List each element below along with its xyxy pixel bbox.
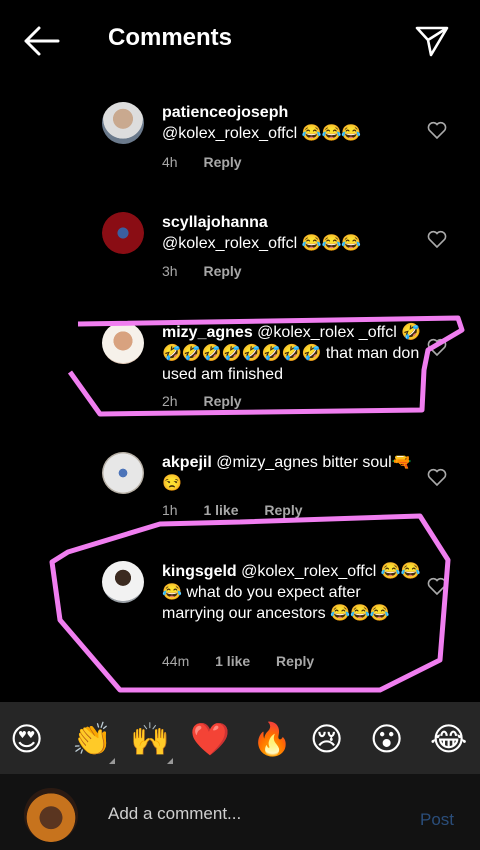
comment-username[interactable]: mizy_agnes — [162, 324, 253, 341]
comment-body: mizy_agnes @kolex_rolex _offcl 🤣🤣🤣🤣🤣🤣🤣🤣🤣… — [162, 322, 422, 385]
emoji-surprised[interactable]: 😮 — [370, 720, 403, 758]
heart-icon[interactable] — [427, 230, 447, 248]
page-title: Comments — [108, 24, 233, 51]
comment-meta: 3h Reply — [162, 263, 264, 279]
emoji-bar: 😍 👏 🙌 ❤️ 🔥 😢 😮 😂 — [0, 702, 480, 774]
comment-time: 44m — [162, 653, 190, 669]
comment-meta: 2h Reply — [162, 393, 264, 409]
comment-body: akpejil @mizy_agnes bitter soul🔫😒 — [162, 452, 422, 494]
comment-body: scyllajohanna @kolex_rolex_offcl 😂😂😂 — [162, 212, 422, 254]
emoji-laughing[interactable]: 😂 — [430, 720, 467, 758]
heart-icon[interactable] — [427, 577, 447, 595]
post-button[interactable]: Post — [420, 810, 454, 830]
comment-time: 3h — [162, 263, 178, 279]
avatar[interactable] — [102, 452, 144, 494]
avatar[interactable] — [102, 212, 144, 254]
back-arrow-icon[interactable] — [22, 24, 62, 58]
comment-username[interactable]: kingsgeld — [162, 563, 237, 580]
comment-username[interactable]: patienceojoseph — [162, 104, 288, 121]
comment-username[interactable]: akpejil — [162, 454, 212, 471]
comment-text: @kolex_rolex_offcl 😂😂😂 — [162, 125, 362, 142]
likes-count[interactable]: 1 like — [203, 502, 238, 518]
emoji-heart-eyes[interactable]: 😍 — [10, 720, 43, 758]
comment-time: 4h — [162, 154, 178, 170]
comment-time: 2h — [162, 393, 178, 409]
comment-body: kingsgeld @kolex_rolex_offcl 😂😂😂 what do… — [162, 561, 422, 624]
emoji-clap[interactable]: 👏 — [72, 720, 112, 758]
header: Comments — [0, 0, 480, 82]
avatar[interactable] — [102, 561, 144, 603]
emoji-fire[interactable]: 🔥 — [252, 720, 292, 758]
avatar[interactable] — [102, 102, 144, 144]
comment-input[interactable]: Add a comment... — [108, 804, 241, 824]
comment-body: patienceojoseph @kolex_rolex_offcl 😂😂😂 — [162, 102, 422, 144]
skin-tone-indicator-icon — [109, 758, 115, 764]
likes-count[interactable]: 1 like — [215, 653, 250, 669]
comment-meta: 1h 1 like Reply — [162, 502, 325, 518]
comment-text: @kolex_rolex_offcl 😂😂😂 — [162, 235, 362, 252]
emoji-crying[interactable]: 😢 — [310, 720, 343, 758]
send-icon[interactable] — [414, 24, 450, 58]
emoji-red-heart[interactable]: ❤️ — [190, 720, 230, 758]
comment-time: 1h — [162, 502, 178, 518]
reply-button[interactable]: Reply — [203, 154, 241, 170]
comment-meta: 44m 1 like Reply — [162, 653, 336, 669]
reply-button[interactable]: Reply — [276, 653, 314, 669]
emoji-raised-hands[interactable]: 🙌 — [130, 720, 170, 758]
heart-icon[interactable] — [427, 338, 447, 356]
comment-composer: Add a comment... Post — [0, 774, 480, 850]
reply-button[interactable]: Reply — [203, 263, 241, 279]
comment-username[interactable]: scyllajohanna — [162, 214, 268, 231]
heart-icon[interactable] — [427, 468, 447, 486]
comment-meta: 4h Reply — [162, 154, 264, 170]
reply-button[interactable]: Reply — [203, 393, 241, 409]
avatar[interactable] — [102, 322, 144, 364]
current-user-avatar — [24, 788, 78, 842]
reply-button[interactable]: Reply — [264, 502, 302, 518]
skin-tone-indicator-icon — [167, 758, 173, 764]
heart-icon[interactable] — [427, 121, 447, 139]
